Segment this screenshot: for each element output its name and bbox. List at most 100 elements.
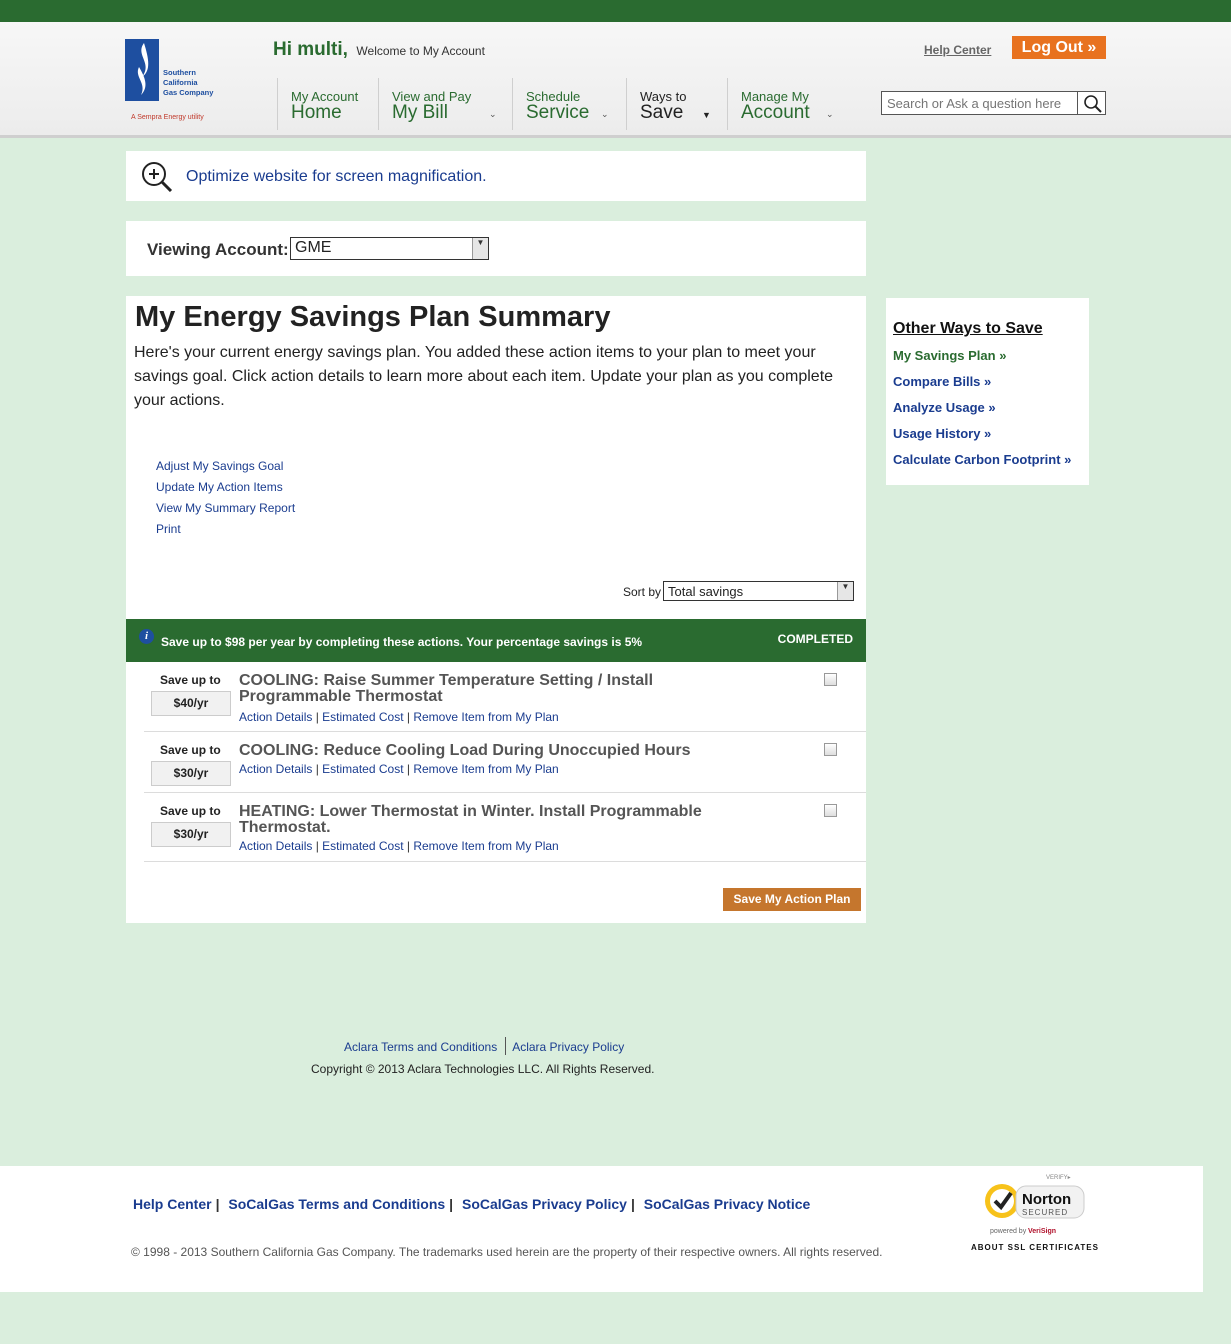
sidebar-analyze-usage[interactable]: Analyze Usage » — [893, 400, 996, 415]
action-links: Action Details | Estimated Cost | Remove… — [239, 839, 559, 853]
completed-column-header: COMPLETED — [777, 632, 853, 646]
nav-label-big: Home — [291, 102, 342, 123]
flame-logo-icon: Southern California Gas Company A Sempra… — [125, 39, 214, 121]
adjust-savings-goal-link[interactable]: Adjust My Savings Goal — [156, 456, 295, 477]
completed-checkbox[interactable] — [824, 804, 837, 817]
remove-item-link[interactable]: Remove Item from My Plan — [413, 839, 558, 853]
dropdown-arrow-icon: ▼ — [472, 238, 488, 259]
logout-button[interactable]: Log Out » — [1012, 36, 1106, 59]
action-title: COOLING: Reduce Cooling Load During Unoc… — [239, 742, 691, 759]
logo-line-1: Southern — [163, 68, 196, 77]
nav-ways-to-save[interactable]: Ways to Save ▼ — [626, 78, 727, 130]
site-footer: Help Center | SoCalGas Terms and Conditio… — [0, 1166, 1203, 1292]
chevron-down-icon: ⌄ — [601, 109, 609, 119]
aclara-links: Aclara Terms and Conditions Aclara Privac… — [344, 1037, 624, 1055]
nav-label-big: Service — [526, 102, 590, 123]
optimize-magnification-link[interactable]: Optimize website for screen magnificatio… — [186, 168, 487, 186]
action-details-link[interactable]: Action Details — [239, 710, 312, 724]
norton-verify: VERIFY▸ — [1046, 1175, 1071, 1181]
sort-select[interactable]: Total savings ▼ — [663, 581, 854, 601]
about-ssl-link[interactable]: ABOUT SSL CERTIFICATES — [971, 1243, 1099, 1252]
logo-line-3: Gas Company — [163, 88, 214, 97]
nav-service[interactable]: Schedule Service ⌄ — [512, 78, 626, 130]
savings-plan-panel: My Energy Savings Plan Summary Here's yo… — [126, 296, 866, 923]
remove-item-link[interactable]: Remove Item from My Plan — [413, 710, 558, 724]
plan-links: Adjust My Savings Goal Update My Action … — [156, 456, 295, 540]
footer-terms-link[interactable]: SoCalGas Terms and Conditions — [228, 1196, 445, 1212]
account-select-value: GME — [295, 239, 332, 256]
action-details-link[interactable]: Action Details — [239, 762, 312, 776]
chevron-down-icon: ⌄ — [826, 109, 834, 119]
dropdown-arrow-icon: ▼ — [837, 582, 853, 600]
remove-item-link[interactable]: Remove Item from My Plan — [413, 762, 558, 776]
sidebar-title: Other Ways to Save — [893, 320, 1043, 337]
sidebar-usage-history[interactable]: Usage History » — [893, 426, 991, 441]
search-button[interactable] — [1077, 92, 1105, 114]
savings-amount: $30/yr — [151, 761, 231, 786]
footer-help-center-link[interactable]: Help Center — [133, 1196, 212, 1212]
zoom-in-icon[interactable] — [140, 160, 174, 197]
welcome-text: Welcome to My Account — [356, 44, 485, 58]
socalgas-logo[interactable]: Southern California Gas Company A Sempra… — [125, 37, 240, 127]
site-header: Southern California Gas Company A Sempra… — [0, 22, 1231, 138]
logo-line-2: California — [163, 78, 198, 87]
estimated-cost-link[interactable]: Estimated Cost — [322, 710, 403, 724]
norton-name: Norton — [1022, 1191, 1071, 1208]
account-select[interactable]: GME ▼ — [290, 237, 489, 260]
norton-powered: powered by — [990, 1228, 1027, 1235]
save-up-to-label: Save up to — [160, 743, 221, 757]
info-icon: i — [139, 629, 154, 644]
sort-select-value: Total savings — [668, 584, 744, 599]
nav-my-bill[interactable]: View and Pay My Bill ⌄ — [378, 78, 512, 130]
action-title: COOLING: Raise Summer Temperature Settin… — [239, 672, 654, 705]
nav-label-big: Account — [741, 102, 810, 123]
view-summary-report-link[interactable]: View My Summary Report — [156, 498, 295, 519]
chevron-down-icon: ⌄ — [489, 109, 497, 119]
norton-secured: SECURED — [1022, 1208, 1068, 1217]
greeting: Hi multi, Welcome to My Account — [273, 39, 485, 61]
estimated-cost-link[interactable]: Estimated Cost — [322, 839, 403, 853]
estimated-cost-link[interactable]: Estimated Cost — [322, 762, 403, 776]
footer-privacy-policy-link[interactable]: SoCalGas Privacy Policy — [462, 1196, 627, 1212]
intro-text: Here's your current energy savings plan.… — [134, 344, 834, 409]
help-center-link[interactable]: Help Center — [924, 43, 991, 57]
search-icon — [1084, 95, 1102, 113]
print-link[interactable]: Print — [156, 519, 295, 540]
sidebar-my-savings-plan[interactable]: My Savings Plan » — [893, 348, 1006, 363]
main-nav: My Account Home View and Pay My Bill ⌄ S… — [277, 78, 839, 130]
update-action-items-link[interactable]: Update My Action Items — [156, 477, 295, 498]
action-item: Save up to $30/yr COOLING: Reduce Coolin… — [144, 732, 866, 793]
action-links: Action Details | Estimated Cost | Remove… — [239, 762, 559, 776]
aclara-terms-link[interactable]: Aclara Terms and Conditions — [344, 1040, 497, 1054]
viewing-account-panel: Viewing Account: GME ▼ — [126, 221, 866, 276]
nav-manage-account[interactable]: Manage My Account ⌄ — [727, 78, 839, 130]
search-box — [881, 91, 1106, 115]
action-details-link[interactable]: Action Details — [239, 839, 312, 853]
footer-copyright: © 1998 - 2013 Southern California Gas Co… — [131, 1245, 883, 1259]
norton-verisign: VeriSign — [1028, 1228, 1056, 1235]
completed-checkbox[interactable] — [824, 743, 837, 756]
completed-checkbox[interactable] — [824, 673, 837, 686]
greeting-name: Hi multi, — [273, 39, 348, 60]
page-title: My Energy Savings Plan Summary — [135, 301, 611, 333]
save-action-plan-button[interactable]: Save My Action Plan — [723, 888, 861, 911]
sort-by-label: Sort by — [623, 585, 662, 599]
sempra-tagline: A Sempra Energy utility — [131, 114, 204, 121]
savings-banner-message: Save up to $98 per year by completing th… — [161, 635, 643, 649]
caret-down-icon: ▼ — [702, 110, 711, 120]
aclara-copyright: Copyright © 2013 Aclara Technologies LLC… — [311, 1062, 655, 1076]
save-up-to-label: Save up to — [160, 804, 221, 818]
search-input[interactable] — [882, 92, 1076, 114]
action-item: Save up to $40/yr COOLING: Raise Summer … — [144, 662, 866, 732]
savings-amount: $30/yr — [151, 822, 231, 847]
save-up-to-label: Save up to — [160, 673, 221, 687]
aclara-privacy-link[interactable]: Aclara Privacy Policy — [512, 1040, 624, 1054]
nav-my-account-home[interactable]: My Account Home — [277, 78, 378, 130]
sidebar-carbon-footprint[interactable]: Calculate Carbon Footprint » — [893, 452, 1071, 467]
norton-seal[interactable]: VERIFY▸ Norton SECURED powered by VeriSi… — [968, 1171, 1103, 1253]
footer-privacy-notice-link[interactable]: SoCalGas Privacy Notice — [644, 1196, 811, 1212]
savings-amount: $40/yr — [151, 691, 231, 716]
sidebar-compare-bills[interactable]: Compare Bills » — [893, 374, 991, 389]
action-title: HEATING: Lower Thermostat in Winter. Ins… — [239, 803, 702, 836]
viewing-account-label: Viewing Account: — [147, 240, 289, 259]
